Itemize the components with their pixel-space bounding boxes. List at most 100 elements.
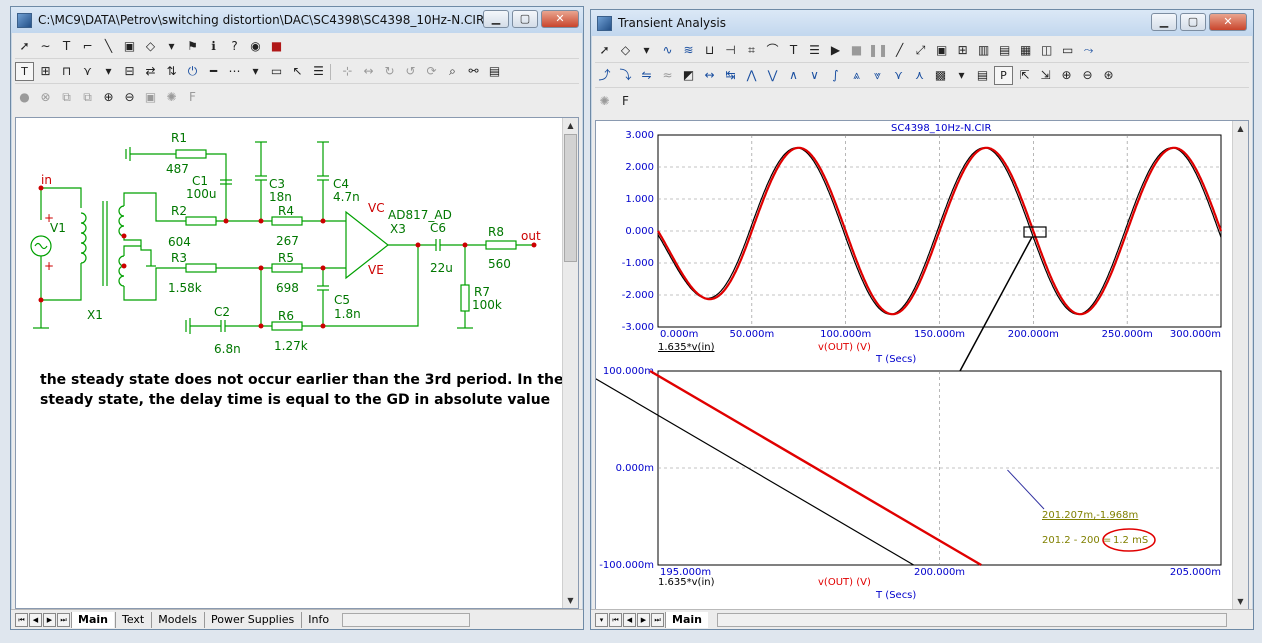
stop-icon[interactable]: ■ bbox=[267, 37, 286, 56]
font-icon[interactable]: F bbox=[616, 92, 635, 111]
close-button[interactable]: ✕ bbox=[1209, 13, 1247, 31]
help-icon[interactable]: ? bbox=[225, 37, 244, 56]
close-button[interactable]: ✕ bbox=[541, 10, 579, 28]
last-tab-icon[interactable]: ⏭ bbox=[57, 612, 70, 627]
graphics-icon[interactable]: ◇ bbox=[141, 37, 160, 56]
earth-icon[interactable]: ◉ bbox=[246, 37, 265, 56]
tag-icon[interactable]: ⌗ bbox=[742, 41, 761, 60]
text-toggle-icon[interactable]: T bbox=[15, 62, 34, 81]
scroll-up-icon[interactable]: ▲ bbox=[563, 118, 578, 133]
last-tab-icon[interactable]: ⏭ bbox=[651, 612, 664, 627]
font-icon[interactable]: F bbox=[183, 88, 202, 107]
scroll-down-icon[interactable]: ▼ bbox=[1233, 594, 1248, 609]
zoom-in-icon[interactable]: ⊕ bbox=[1057, 66, 1076, 85]
bus-icon[interactable]: ━ bbox=[204, 62, 223, 81]
cursor-right-icon[interactable]: ⤵ bbox=[616, 66, 635, 85]
tab-info[interactable]: Info bbox=[301, 611, 335, 628]
tiles-icon[interactable]: ◫ bbox=[1037, 41, 1056, 60]
tab-main[interactable]: Main bbox=[71, 611, 114, 628]
zoom-in-icon[interactable]: ⊕ bbox=[99, 88, 118, 107]
dropdown-arrow-icon[interactable]: ▾ bbox=[637, 41, 656, 60]
cursor-left-icon[interactable]: ⤴ bbox=[595, 66, 614, 85]
minimize-plot-icon[interactable]: ▭ bbox=[1058, 41, 1077, 60]
properties-icon[interactable]: ☰ bbox=[805, 41, 824, 60]
grid-icon[interactable]: ⋯ bbox=[225, 62, 244, 81]
top-icon[interactable]: ⋎ bbox=[889, 66, 908, 85]
prev-tab-icon[interactable]: ◀ bbox=[29, 612, 42, 627]
bottom-icon[interactable]: ⋏ bbox=[910, 66, 929, 85]
scroll-down-icon[interactable]: ▼ bbox=[563, 593, 578, 608]
run-icon[interactable]: ▶ bbox=[826, 41, 845, 60]
global-high-icon[interactable]: ⩓ bbox=[847, 66, 866, 85]
graphics-icon[interactable]: ◇ bbox=[616, 41, 635, 60]
flip-icon[interactable]: ⇅ bbox=[162, 62, 181, 81]
scale-icon[interactable]: ∿ bbox=[658, 41, 677, 60]
inflection-icon[interactable]: ∫ bbox=[826, 66, 845, 85]
next-simulation-icon[interactable]: ↔ bbox=[700, 66, 719, 85]
data-points-icon[interactable]: ▩ bbox=[931, 66, 950, 85]
component-icon[interactable]: ▣ bbox=[120, 37, 139, 56]
record-icon[interactable]: ● bbox=[15, 88, 34, 107]
paste-icon[interactable]: ⧉ bbox=[78, 88, 97, 107]
on-off-icon[interactable]: ⏻ bbox=[183, 62, 202, 81]
schematic-window[interactable]: C:\MC9\DATA\Petrov\switching distortion\… bbox=[10, 6, 584, 630]
next-tab-icon[interactable]: ▶ bbox=[637, 612, 650, 627]
slide-icon[interactable]: ▤ bbox=[485, 62, 504, 81]
low-icon[interactable]: ∨ bbox=[805, 66, 824, 85]
table-icon[interactable]: ▦ bbox=[1016, 41, 1035, 60]
binoculars-icon[interactable]: ⚯ bbox=[464, 62, 483, 81]
copy-icon[interactable]: ⧉ bbox=[57, 88, 76, 107]
camera-icon[interactable]: ▣ bbox=[141, 88, 160, 107]
dropdown-arrow-icon[interactable]: ▾ bbox=[952, 66, 971, 85]
text-mode-icon[interactable]: T bbox=[57, 37, 76, 56]
scroll-up-icon[interactable]: ▲ bbox=[1233, 121, 1248, 136]
stop-icon[interactable]: ■ bbox=[847, 41, 866, 60]
rotate-right-icon[interactable]: ⟳ bbox=[422, 62, 441, 81]
dropdown-arrow-icon[interactable]: ▾ bbox=[99, 62, 118, 81]
tab-models[interactable]: Models bbox=[151, 611, 203, 628]
smooth-icon[interactable]: ≈ bbox=[658, 66, 677, 85]
dropdown-tab-icon[interactable]: ▾ bbox=[595, 612, 608, 627]
palette-icon[interactable]: ✺ bbox=[595, 92, 614, 111]
rotate-icon[interactable]: ↻ bbox=[380, 62, 399, 81]
plot-area[interactable]: 3.000 2.000 1.000 0.000 -1.000 -2.000 -3.000 0… bbox=[582, 120, 1249, 610]
minimize-button[interactable]: ▁ bbox=[1151, 13, 1177, 31]
node-numbers-icon[interactable]: ⊞ bbox=[36, 62, 55, 81]
mirror-icon[interactable]: ↔ bbox=[359, 62, 378, 81]
schematic-horizontal-scrollbar[interactable] bbox=[342, 612, 471, 627]
global-low-icon[interactable]: ⩔ bbox=[868, 66, 887, 85]
analysis-titlebar[interactable]: Transient Analysis ▁ ▢ ✕ bbox=[591, 10, 1253, 36]
schematic-titlebar[interactable]: C:\MC9\DATA\Petrov\switching distortion\… bbox=[11, 7, 583, 33]
border-icon[interactable]: ▭ bbox=[267, 62, 286, 81]
properties-icon[interactable]: ☰ bbox=[309, 62, 328, 81]
zoom-out-icon[interactable]: ⊖ bbox=[1078, 66, 1097, 85]
scroll-thumb[interactable] bbox=[564, 134, 577, 262]
select-mode-icon[interactable]: ➚ bbox=[15, 37, 34, 56]
cursor-both-icon[interactable]: ⇋ bbox=[637, 66, 656, 85]
cancel-icon[interactable]: ⊗ bbox=[36, 88, 55, 107]
first-tab-icon[interactable]: ⏮ bbox=[609, 612, 622, 627]
high-icon[interactable]: ∧ bbox=[784, 66, 803, 85]
probe-icon[interactable]: ⊟ bbox=[120, 62, 139, 81]
rotate-left-icon[interactable]: ↺ bbox=[401, 62, 420, 81]
schematic-vertical-scrollbar[interactable]: ▲ ▼ bbox=[562, 118, 578, 608]
tab-power-supplies[interactable]: Power Supplies bbox=[204, 611, 300, 628]
swap-icon[interactable]: ⇄ bbox=[141, 62, 160, 81]
line-icon[interactable]: ╱ bbox=[890, 41, 909, 60]
first-tab-icon[interactable]: ⏮ bbox=[15, 612, 28, 627]
minimize-button[interactable]: ▁ bbox=[483, 10, 509, 28]
stack-icon[interactable]: ⊔ bbox=[700, 41, 719, 60]
prev-simulation-icon[interactable]: ↹ bbox=[721, 66, 740, 85]
waveform-icon[interactable]: ≋ bbox=[679, 41, 698, 60]
wire-route-icon[interactable]: ⌐ bbox=[78, 37, 97, 56]
page-icon[interactable]: P bbox=[994, 66, 1013, 85]
plot-vertical-scrollbar[interactable]: ▲ ▼ bbox=[1232, 121, 1248, 609]
select-mode-icon[interactable]: ➚ bbox=[595, 41, 614, 60]
tab-text[interactable]: Text bbox=[114, 611, 150, 628]
info-icon[interactable]: ℹ bbox=[204, 37, 223, 56]
zoom-out-icon[interactable]: ⊖ bbox=[120, 88, 139, 107]
peak-find-icon[interactable]: ⋀ bbox=[742, 66, 761, 85]
line-draw-icon[interactable]: ╲ bbox=[99, 37, 118, 56]
attribute-icon[interactable]: ⊓ bbox=[57, 62, 76, 81]
wire-mode-icon[interactable]: ∼ bbox=[36, 37, 55, 56]
